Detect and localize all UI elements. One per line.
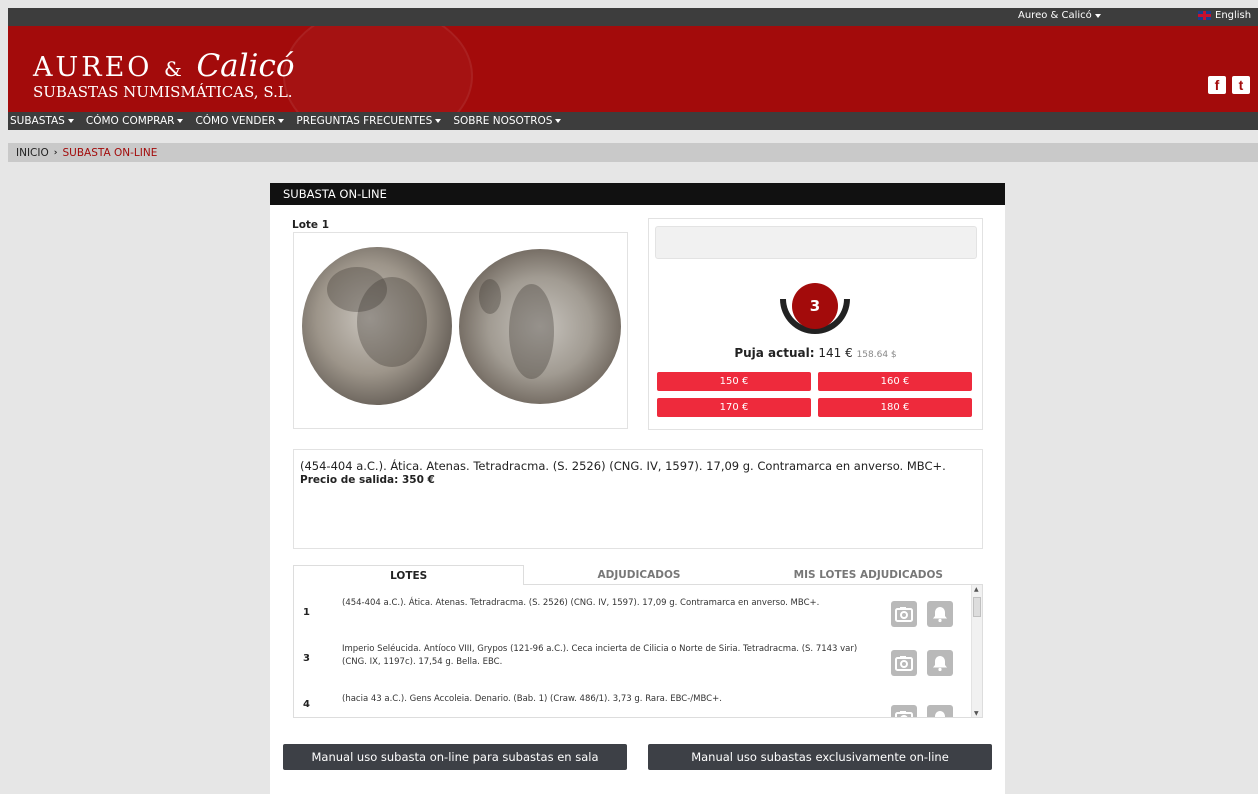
nav-label: CÓMO VENDER [195,115,276,127]
account-menu-label: Aureo & Calicó [1018,10,1092,21]
lot-list[interactable]: 1 (454-404 a.C.). Ática. Atenas. Tetradr… [293,585,983,718]
manual-room-button[interactable]: Manual uso subasta on-line para subastas… [283,744,627,770]
chevron-down-icon [278,119,285,123]
camera-icon[interactable] [891,601,917,627]
bid-counter: 3 [780,281,850,339]
chevron-down-icon [435,119,442,123]
lot-description: (454-404 a.C.). Ática. Atenas. Tetradrac… [293,449,983,549]
logo-word2: Calicó [196,48,295,84]
coin-watermark [283,26,473,112]
alarm-icon[interactable] [927,650,953,676]
current-bid-eur: 141 € [818,346,853,360]
twitter-icon[interactable]: t [1232,76,1250,94]
lot-number: 1 [303,607,310,618]
coin-obverse-image [302,247,452,405]
bid-button-180[interactable]: 180 € [818,398,972,417]
current-bid-label: Puja actual: [734,346,815,360]
starting-price: Precio de salida: 350 € [300,474,435,486]
coin-reverse-image [459,249,621,404]
owl [509,284,554,379]
nav-label: CÓMO COMPRAR [85,115,175,127]
logo-word1: AUREO [33,52,153,83]
account-menu[interactable]: Aureo & Calicó [1018,10,1101,21]
lot-text: (hacia 43 a.C.). Gens Accoleia. Denario.… [342,694,722,704]
bid-button-160[interactable]: 160 € [818,372,972,391]
scroll-up-icon[interactable]: ▲ [974,586,979,593]
bid-button-170[interactable]: 170 € [657,398,811,417]
top-bar: Aureo & Calicó English [8,8,1258,26]
bid-status-area [655,226,977,259]
lot-label: Lote 1 [292,219,330,231]
panel-title: SUBASTA ON-LINE [270,183,1005,205]
tab-lotes[interactable]: LOTES [293,565,525,585]
language-selector[interactable]: English [1198,10,1251,21]
nav-como-vender[interactable]: CÓMO VENDER [195,115,285,127]
current-bid-usd: 158.64 $ [856,350,897,360]
counter-value: 3 [792,283,838,329]
description-text: (454-404 a.C.). Ática. Atenas. Tetradrac… [300,459,946,473]
list-scrollbar[interactable]: ▲ ▼ [971,585,982,717]
olive-sprig [479,279,501,314]
chevron-right-icon: › [53,147,58,158]
uk-flag-icon [1198,11,1211,20]
lot-text: Imperio Seléucida. Antíoco VIII, Grypos … [342,644,858,667]
language-label: English [1215,10,1252,21]
site-header: AUREO & Calicó SUBASTAS NUMISMÁTICAS, S.… [8,26,1258,112]
chevron-down-icon [67,119,74,123]
camera-icon[interactable] [891,650,917,676]
nav-label: PREGUNTAS FRECUENTES [296,115,433,127]
tab-mis-lotes-adjudicados[interactable]: MIS LOTES ADJUDICADOS [753,565,983,585]
breadcrumb-home[interactable]: INICIO [16,147,49,159]
nav-label: SUBASTAS [10,115,65,127]
main-nav: SUBASTAS CÓMO COMPRAR CÓMO VENDER PREGUN… [8,112,1258,130]
logo-subtitle: SUBASTAS NUMISMÁTICAS, S.L. [33,83,293,101]
camera-icon[interactable] [891,705,917,717]
list-item[interactable]: 4 (hacia 43 a.C.). Gens Accoleia. Denari… [294,689,970,717]
logo-amp: & [164,57,185,81]
helmet [327,267,387,312]
nav-sobre-nosotros[interactable]: SOBRE NOSOTROS [453,115,562,127]
breadcrumb: INICIO › SUBASTA ON-LINE [8,143,1258,162]
lot-number: 4 [303,699,310,710]
nav-label: SOBRE NOSOTROS [453,115,553,127]
list-item[interactable]: 1 (454-404 a.C.). Ática. Atenas. Tetradr… [294,593,970,637]
chevron-down-icon [177,119,184,123]
nav-como-comprar[interactable]: CÓMO COMPRAR [86,115,184,127]
nav-subastas[interactable]: SUBASTAS [10,115,74,127]
logo[interactable]: AUREO & Calicó [33,48,295,84]
chevron-down-icon [1094,14,1101,18]
alarm-icon[interactable] [927,601,953,627]
facebook-icon[interactable]: f [1208,76,1226,94]
alarm-icon[interactable] [927,705,953,717]
auction-panel: SUBASTA ON-LINE Lote 1 3 Puja actual: 14… [270,183,1005,794]
lot-tabs: LOTES ADJUDICADOS MIS LOTES ADJUDICADOS [293,565,983,585]
social-links: f t [1208,76,1250,94]
bid-button-150[interactable]: 150 € [657,372,811,391]
chevron-down-icon [555,119,562,123]
nav-preguntas-frecuentes[interactable]: PREGUNTAS FRECUENTES [296,115,442,127]
bid-panel: 3 Puja actual: 141 € 158.64 $ 150 € 160 … [648,218,983,430]
lot-number: 3 [303,653,310,664]
scroll-down-icon[interactable]: ▼ [974,710,979,717]
breadcrumb-current: SUBASTA ON-LINE [62,146,158,159]
lot-text: (454-404 a.C.). Ática. Atenas. Tetradrac… [342,598,820,608]
coin-image[interactable] [293,232,628,429]
list-item[interactable]: 3 Imperio Seléucida. Antíoco VIII, Grypo… [294,639,970,683]
manual-online-button[interactable]: Manual uso subastas exclusivamente on-li… [648,744,992,770]
current-bid: Puja actual: 141 € 158.64 $ [649,346,982,360]
scroll-thumb[interactable] [973,597,981,617]
tab-adjudicados[interactable]: ADJUDICADOS [524,565,754,585]
